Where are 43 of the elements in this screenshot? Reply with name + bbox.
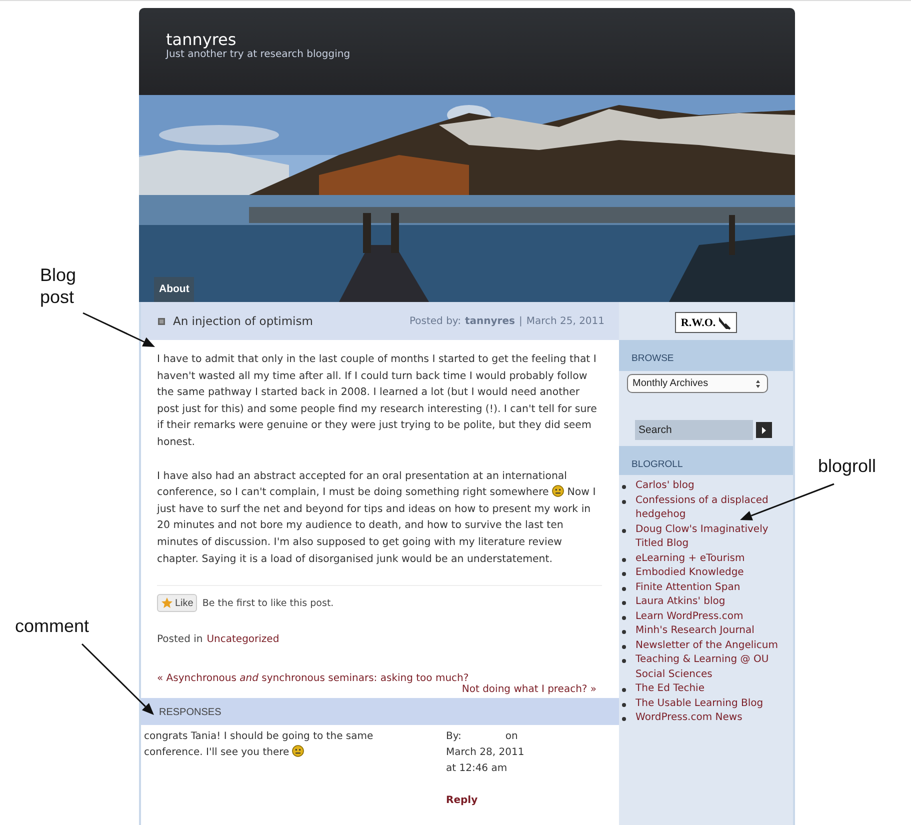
blogroll-link[interactable]: Minh's Research Journal (636, 624, 786, 638)
blogroll-link[interactable]: The Ed Techie (636, 682, 786, 696)
blogroll-link[interactable]: The Usable Learning Blog (636, 696, 786, 711)
logo-badge[interactable]: R.W.O. (674, 312, 737, 333)
blogroll-link[interactable]: Laura Atkins' blog (636, 595, 786, 610)
comment-date: March 28, 2011 (446, 746, 524, 760)
post-title[interactable]: An injection of optimism (173, 314, 313, 328)
like-text: Be the first to like this post. (202, 598, 334, 609)
browse-heading: BROWSE (618, 340, 793, 371)
like-button[interactable]: Like (157, 594, 198, 612)
search-field[interactable]: Search (634, 420, 753, 440)
post-paragraph: I have also had an abstract accepted for an oral presentation at an international conference, so I can't complain, I must be doing something right somewhere Now I just have to surf the net and beyond for tips and ideas on how to present my work in 20 minutes and not bore my audience to death, and how to survive the last ten minutes of discussion. I'm also supposed to get going with my literature review chapter. Saying it is a load of disorganised junk would be an understatement. (157, 470, 597, 567)
archive-dropdown[interactable]: Monthly Archives (626, 374, 768, 393)
by-label: By: (446, 730, 462, 744)
on-label: on (505, 730, 518, 744)
blogroll-heading: BLOGROLL (618, 446, 793, 475)
blog-title[interactable]: tannyres (166, 30, 236, 49)
blogroll-link[interactable]: Embodied Knowledge (636, 566, 786, 580)
posted-in-label: Posted in (157, 634, 203, 646)
comment-time: at 12:46 am (446, 762, 508, 776)
blog-tagline: Just another try at research blogging (166, 49, 350, 60)
blogroll-link[interactable]: Teaching & Learning @ OU Social Sciences (636, 653, 786, 682)
blogroll-link[interactable]: Newsletter of the Angelicum (636, 638, 786, 653)
meta-separator: | (518, 316, 522, 326)
posted-by-label: Posted by: (409, 316, 461, 326)
blogroll-link[interactable]: Carlos' blog (636, 479, 786, 494)
comment-text: congrats Tania! I should be going to the same conference. I'll see you there (144, 730, 374, 760)
nav-tab[interactable]: About (154, 277, 194, 302)
category-link[interactable]: Uncategorized (206, 634, 280, 646)
responses-heading: RESPONSES (141, 698, 619, 726)
annotation-label: blogroll (818, 456, 876, 477)
previous-post-link[interactable]: « Asynchronous and synchronous seminars: asking too much? (157, 673, 469, 684)
blogroll-link[interactable]: eLearning + eTourism (636, 552, 786, 566)
post-paragraph: I have to admit that only in the last couple of months I started to get the feeling that I haven't wasted all my time after all. If I could turn back time I would probably follow the same pathway I started back in 2008. I learned a lot (but I would need another post just for this) and some people find my research interesting (!). I can't tell for sure if their remarks were genuine or they were just trying to be polite, but they did seem honest. (157, 353, 598, 450)
annotation-label: comment (15, 616, 90, 637)
post-date: March 25, 2011 (526, 316, 605, 326)
reply-link[interactable]: Reply (446, 793, 478, 810)
blogroll-link[interactable]: Finite Attention Span (636, 580, 786, 595)
next-post-link[interactable]: Not doing what I preach? » (462, 684, 597, 696)
blogroll-link[interactable]: WordPress.com News (636, 711, 786, 726)
annotation-label: Blog post (40, 264, 78, 308)
blogroll-link[interactable]: Learn WordPress.com (636, 610, 786, 624)
blogroll-link[interactable]: Confessions of a displaced hedgehog (636, 494, 786, 522)
